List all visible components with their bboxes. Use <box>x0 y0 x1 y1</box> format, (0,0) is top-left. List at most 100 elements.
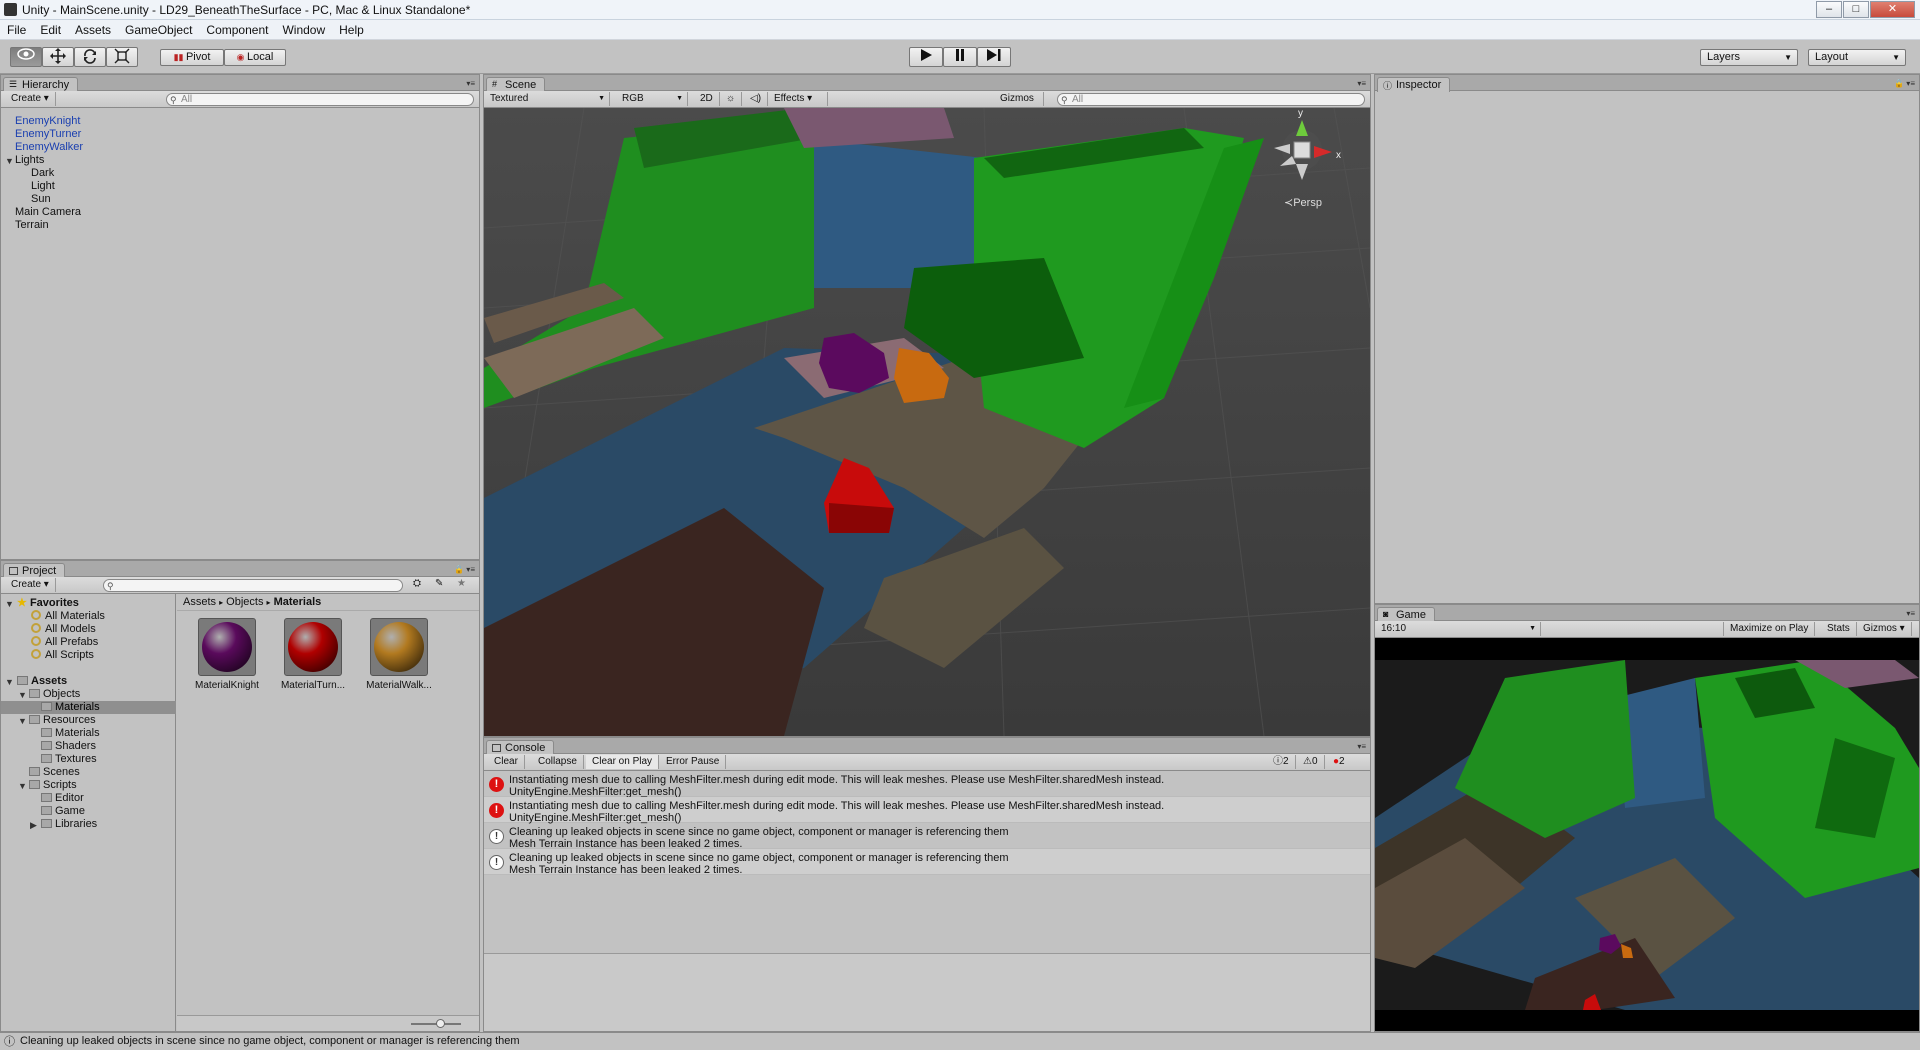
panel-menu-icon[interactable]: 🔒 ▾≡ <box>1894 79 1915 88</box>
hierarchy-item[interactable]: EnemyTurner <box>15 128 81 141</box>
folder-tree-item[interactable]: Materials <box>1 701 176 714</box>
tab-hierarchy[interactable]: ☰ Hierarchy <box>3 77 79 92</box>
folder-tree-item[interactable]: Editor <box>41 792 84 805</box>
material-asset[interactable]: MaterialWalk... <box>361 618 437 691</box>
menu-component[interactable]: Component <box>199 20 275 37</box>
play-button[interactable] <box>909 47 943 67</box>
breadcrumb-materials[interactable]: Materials <box>274 596 322 608</box>
star-icon[interactable]: ★ <box>457 578 466 589</box>
project-search-input[interactable]: ⚲ <box>103 579 403 592</box>
audio-toggle[interactable]: ◁) <box>744 92 769 106</box>
search-by-type-icon[interactable]: ⛭ <box>413 578 421 589</box>
2d-toggle[interactable]: 2D <box>694 92 720 106</box>
console-message[interactable]: ! Instantiating mesh due to calling MeshF… <box>484 771 1370 798</box>
folder-tree-item[interactable]: ▶ Libraries <box>30 818 97 831</box>
scene-gizmos-dropdown[interactable]: Gizmos ▾ <box>994 92 1044 117</box>
hierarchy-item[interactable]: Main Camera <box>15 206 81 219</box>
local-toggle[interactable]: ◉ Local <box>224 49 286 66</box>
console-error-pause-toggle[interactable]: Error Pause <box>660 755 727 769</box>
hierarchy-search-input[interactable]: ⚲ All <box>166 93 474 106</box>
project-create-button[interactable]: Create ▾ <box>5 578 56 592</box>
hierarchy-item[interactable]: Terrain <box>15 219 49 232</box>
menu-help[interactable]: Help <box>332 20 371 37</box>
folder-tree-item[interactable]: Shaders <box>41 740 96 753</box>
breadcrumb-objects[interactable]: Objects <box>226 596 263 608</box>
folder-tree-item[interactable]: ▼ Resources <box>18 714 96 727</box>
scene-viewport[interactable]: y x ≺Persp <box>484 108 1370 736</box>
favorite-item[interactable]: All Models <box>31 623 96 636</box>
material-asset[interactable]: MaterialKnight <box>189 618 265 691</box>
lighting-toggle[interactable]: ☼ <box>720 92 743 106</box>
folder-tree-item[interactable]: Materials <box>41 727 100 740</box>
persp-label[interactable]: ≺Persp <box>1284 197 1322 209</box>
shading-mode-dropdown[interactable]: Textured ▼ <box>484 92 610 106</box>
render-mode-dropdown[interactable]: RGB ▼ <box>616 92 688 106</box>
folder-tree-item[interactable]: ▼ Objects <box>18 688 80 701</box>
menu-assets[interactable]: Assets <box>68 20 118 37</box>
hierarchy-item[interactable]: EnemyKnight <box>15 115 80 128</box>
scene-search-input[interactable]: ⚲ All <box>1057 93 1365 106</box>
console-clear-on-play-toggle[interactable]: Clear on Play <box>586 755 660 769</box>
favorite-item[interactable]: All Materials <box>31 610 105 623</box>
folder-tree-item[interactable]: Textures <box>41 753 97 766</box>
menu-window[interactable]: Window <box>275 20 332 37</box>
scale-tool-button[interactable] <box>106 47 138 67</box>
tab-game[interactable]: ◙ Game <box>1377 607 1435 622</box>
tab-project[interactable]: Project <box>3 563 66 578</box>
panel-menu-icon[interactable]: ▾≡ <box>466 79 475 88</box>
maximize-button[interactable]: □ <box>1843 1 1869 18</box>
tab-scene[interactable]: # Scene <box>486 77 546 92</box>
panel-menu-icon[interactable]: ▾≡ <box>1357 79 1366 88</box>
game-viewport[interactable] <box>1375 638 1919 1031</box>
folder-tree-item[interactable]: Game <box>41 805 85 818</box>
favorite-item[interactable]: All Prefabs <box>31 636 98 649</box>
folder-tree-item[interactable]: Scenes <box>29 766 80 779</box>
panel-menu-icon[interactable]: ▾≡ <box>1357 742 1366 751</box>
console-message[interactable]: ! Cleaning up leaked objects in scene sin… <box>484 823 1370 850</box>
info-filter-toggle[interactable]: ⓘ2 <box>1267 755 1296 769</box>
slider-thumb[interactable] <box>436 1019 445 1028</box>
hierarchy-item[interactable]: Light <box>31 180 55 193</box>
panel-menu-icon[interactable]: ▾≡ <box>1906 609 1915 618</box>
search-by-label-icon[interactable]: ✎ <box>435 578 443 589</box>
hand-tool-button[interactable] <box>10 47 42 67</box>
expand-arrow-icon[interactable]: ▶ <box>30 819 37 832</box>
menu-file[interactable]: File <box>0 20 33 37</box>
tab-console[interactable]: Console <box>486 740 555 755</box>
step-button[interactable] <box>977 47 1011 67</box>
move-tool-button[interactable] <box>42 47 74 67</box>
pause-button[interactable] <box>943 47 977 67</box>
stats-toggle[interactable]: Stats <box>1821 622 1857 636</box>
hierarchy-item[interactable]: Dark <box>31 167 54 180</box>
hierarchy-item[interactable]: ▼ Lights <box>5 154 44 167</box>
rotate-tool-button[interactable] <box>74 47 106 67</box>
panel-menu-icon[interactable]: 🔒 ▾≡ <box>454 565 475 574</box>
hierarchy-create-button[interactable]: Create ▾ <box>5 92 56 106</box>
material-asset[interactable]: MaterialTurn... <box>275 618 351 691</box>
menu-edit[interactable]: Edit <box>33 20 68 37</box>
hierarchy-item[interactable]: EnemyWalker <box>15 141 83 154</box>
pivot-toggle[interactable]: ▮▮ Pivot <box>160 49 224 66</box>
close-button[interactable]: ✕ <box>1870 1 1915 18</box>
error-filter-toggle[interactable]: ●2 <box>1327 755 1351 769</box>
console-message[interactable]: ! Cleaning up leaked objects in scene sin… <box>484 849 1370 876</box>
game-gizmos-dropdown[interactable]: Gizmos ▾ <box>1857 622 1912 636</box>
breadcrumb-assets[interactable]: Assets <box>183 596 216 608</box>
aspect-dropdown[interactable]: 16:10 ▼ <box>1375 622 1541 636</box>
folder-tree-item[interactable]: ▼ Scripts <box>18 779 77 792</box>
expand-arrow-icon[interactable]: ▼ <box>5 677 14 687</box>
favorites-header[interactable]: ★ Favorites <box>17 597 79 610</box>
expand-arrow-icon[interactable]: ▼ <box>5 599 14 609</box>
console-clear-button[interactable]: Clear <box>488 755 525 769</box>
hierarchy-item[interactable]: Sun <box>31 193 51 206</box>
expand-arrow-icon[interactable]: ▼ <box>18 780 27 793</box>
effects-dropdown[interactable]: Effects ▾ <box>768 92 828 106</box>
layers-dropdown[interactable]: Layers ▼ <box>1700 49 1798 66</box>
favorite-item[interactable]: All Scripts <box>31 649 94 662</box>
menu-gameobject[interactable]: GameObject <box>118 20 199 37</box>
warning-filter-toggle[interactable]: ⚠0 <box>1297 755 1325 769</box>
expand-arrow-icon[interactable]: ▼ <box>18 715 27 728</box>
expand-arrow-icon[interactable]: ▼ <box>5 155 14 168</box>
console-message[interactable]: ! Instantiating mesh due to calling MeshF… <box>484 797 1370 824</box>
assets-root[interactable]: Assets <box>17 675 67 688</box>
